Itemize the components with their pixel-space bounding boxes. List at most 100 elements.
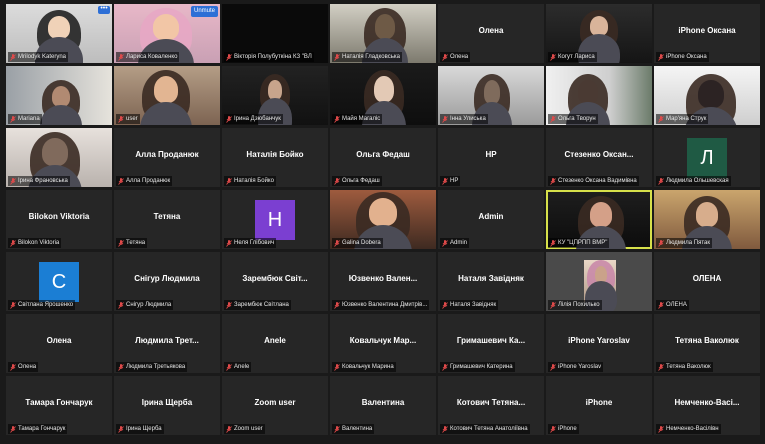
- mic-muted-icon: [334, 115, 340, 123]
- participant-tile[interactable]: H Неля Глібович: [222, 190, 328, 249]
- participant-tile[interactable]: Алла Проданюк Алла Проданюк: [114, 128, 220, 187]
- mic-muted-icon: [442, 425, 448, 433]
- participant-tile[interactable]: Наталя Завідняк Наталя Завідняк: [438, 252, 544, 311]
- participant-tile[interactable]: Anele Anele: [222, 314, 328, 373]
- participant-name-label: Світлана Ярошенко: [8, 300, 76, 310]
- mic-muted-icon: [550, 115, 556, 123]
- participant-name-text: Anele: [234, 364, 250, 370]
- participant-tile[interactable]: Ольга Федаш Ольга Федаш: [330, 128, 436, 187]
- mic-muted-icon: [118, 115, 124, 123]
- participant-tile[interactable]: Стезенко Оксан... Стезенко Оксана Вадимів…: [546, 128, 652, 187]
- participant-tile[interactable]: Galina Dobera: [330, 190, 436, 249]
- participant-name-label: Неля Глібович: [224, 238, 277, 248]
- participant-name-text: Лілія Похилько: [558, 302, 600, 308]
- participant-name-label: Когут Лариса: [548, 52, 597, 62]
- participant-tile[interactable]: Лілія Похилько: [546, 252, 652, 311]
- participant-tile[interactable]: C Світлана Ярошенко: [6, 252, 112, 311]
- participant-name-label: ОЛЕНА: [656, 300, 689, 310]
- participant-name-text: Стезенко Оксана Вадимівна: [558, 178, 637, 184]
- participant-name-text: Ірина Франовська: [18, 178, 68, 184]
- participant-tile[interactable]: Людмила Пятак: [654, 190, 760, 249]
- mic-muted-icon: [550, 53, 556, 61]
- participant-tile[interactable]: Ірина Франовська: [6, 128, 112, 187]
- participant-tile[interactable]: Людмила Трет... Людмила Третьякова: [114, 314, 220, 373]
- participant-tile[interactable]: Ірина Дзюбанчук: [222, 66, 328, 125]
- participant-name-text: Олена: [450, 54, 469, 60]
- participant-tile[interactable]: Мар'яна Струк: [654, 66, 760, 125]
- participant-name-text: Снігур Людмила: [126, 302, 172, 308]
- participant-name-text: Mariana: [18, 116, 40, 122]
- participant-tile[interactable]: Когут Лариса: [546, 4, 652, 63]
- participant-tile[interactable]: Mariana: [6, 66, 112, 125]
- mic-muted-icon: [550, 363, 556, 371]
- participant-display-name: Немченко-Васі...: [674, 398, 740, 407]
- participant-name-label: Валентина: [332, 424, 375, 434]
- participant-tile[interactable]: Майя Магаліс: [330, 66, 436, 125]
- participant-name-label: Людмила Пятак: [656, 238, 712, 248]
- participant-name-label: Ірина Франовська: [8, 176, 70, 186]
- participant-name-label: Тетяна: [116, 238, 148, 248]
- participant-tile[interactable]: Олена Олена: [6, 314, 112, 373]
- participant-name-label: Ірина Щерба: [116, 424, 164, 434]
- mic-muted-icon: [658, 177, 664, 185]
- participant-name-text: Bilokon Viktoria: [18, 240, 60, 246]
- participant-tile[interactable]: Ольга Творун: [546, 66, 652, 125]
- participant-tile[interactable]: КУ "ЦПРПП ВМР": [546, 190, 652, 249]
- participant-tile[interactable]: HP HP: [438, 128, 544, 187]
- participant-display-name: Валентина: [361, 398, 405, 407]
- mic-muted-icon: [658, 425, 664, 433]
- mic-muted-icon: [334, 53, 340, 61]
- participant-tile[interactable]: ••• Mrilodyk Kateryna: [6, 4, 112, 63]
- participant-name-text: Людмила Ольшевская: [666, 178, 729, 184]
- participant-tile[interactable]: Наталія Гладковська: [330, 4, 436, 63]
- participant-tile[interactable]: Валентина Валентина: [330, 376, 436, 435]
- participant-tile[interactable]: Ковальчук Мар... Ковальчук Марина: [330, 314, 436, 373]
- participant-tile[interactable]: Л Людмила Ольшевская: [654, 128, 760, 187]
- participant-tile[interactable]: ОЛЕНА ОЛЕНА: [654, 252, 760, 311]
- participant-tile[interactable]: Unmute Лариса Коваленко: [114, 4, 220, 63]
- participant-name-label: Алла Проданюк: [116, 176, 173, 186]
- participant-tile[interactable]: iPhone iPhone: [546, 376, 652, 435]
- participant-tile[interactable]: Тетяна Ваколюк Тетяна Ваколюк: [654, 314, 760, 373]
- participant-tile[interactable]: Юзвенко Вален... Юзвенко Валентина Дмитрі…: [330, 252, 436, 311]
- participant-tile[interactable]: Вікторія Полубуткіна КЗ "ВЛ: [222, 4, 328, 63]
- participant-tile[interactable]: Bilokon Viktoria Bilokon Viktoria: [6, 190, 112, 249]
- participant-display-name: iPhone: [585, 398, 613, 407]
- participant-name-text: Неля Глібович: [234, 240, 275, 246]
- participant-name-text: Олена: [18, 364, 37, 370]
- participant-video-face: [589, 202, 613, 227]
- participant-tile[interactable]: Гримашевич Ка... Гримашевич Катерина: [438, 314, 544, 373]
- participant-tile[interactable]: Котович Тетяна... Котович Тетяна Анатолії…: [438, 376, 544, 435]
- participant-name-text: Світлана Ярошенко: [18, 302, 74, 308]
- participant-display-name: Тамара Гончарук: [25, 398, 93, 407]
- participant-tile[interactable]: Тамара Гончарук Тамара Гончарук: [6, 376, 112, 435]
- participant-display-name: Bilokon Viktoria: [28, 212, 90, 221]
- participant-video-face: [483, 80, 501, 104]
- participant-name-text: Mrilodyk Kateryna: [18, 54, 67, 60]
- participant-tile[interactable]: Admin Admin: [438, 190, 544, 249]
- participant-display-name: Олена: [478, 26, 504, 35]
- mic-muted-icon: [550, 425, 556, 433]
- participant-display-name: Олена: [46, 336, 72, 345]
- participant-name-text: Тамара Гончарук: [18, 426, 66, 432]
- participant-video-face: [48, 16, 70, 39]
- participant-tile[interactable]: Zoom user Zoom user: [222, 376, 328, 435]
- participant-tile[interactable]: Тетяна Тетяна: [114, 190, 220, 249]
- participant-tile[interactable]: iPhone Yaroslav iPhone Yaroslav: [546, 314, 652, 373]
- participant-tile[interactable]: Зарембюк Світ... Зарембюк Світлана: [222, 252, 328, 311]
- participant-tile[interactable]: Ірина Щерба Ірина Щерба: [114, 376, 220, 435]
- participant-tile[interactable]: Снігур Людмила Снігур Людмила: [114, 252, 220, 311]
- participant-tile[interactable]: Інна Улиська: [438, 66, 544, 125]
- participant-tile[interactable]: iPhone Оксана iPhone Оксана: [654, 4, 760, 63]
- participant-name-label: Zoom user: [224, 424, 265, 434]
- participant-tile[interactable]: Наталія Бойко Наталія Бойко: [222, 128, 328, 187]
- unmute-button[interactable]: Unmute: [190, 6, 218, 17]
- participant-tile[interactable]: Олена Олена: [438, 4, 544, 63]
- participant-tile[interactable]: user: [114, 66, 220, 125]
- more-options-button[interactable]: •••: [98, 5, 110, 14]
- participant-name-text: Наталія Гладковська: [342, 54, 400, 60]
- participant-name-label: Mrilodyk Kateryna: [8, 52, 69, 62]
- mic-muted-icon: [442, 53, 448, 61]
- participant-display-name: Снігур Людмила: [134, 274, 200, 283]
- participant-tile[interactable]: Немченко-Васі... Немченко-Васілівн: [654, 376, 760, 435]
